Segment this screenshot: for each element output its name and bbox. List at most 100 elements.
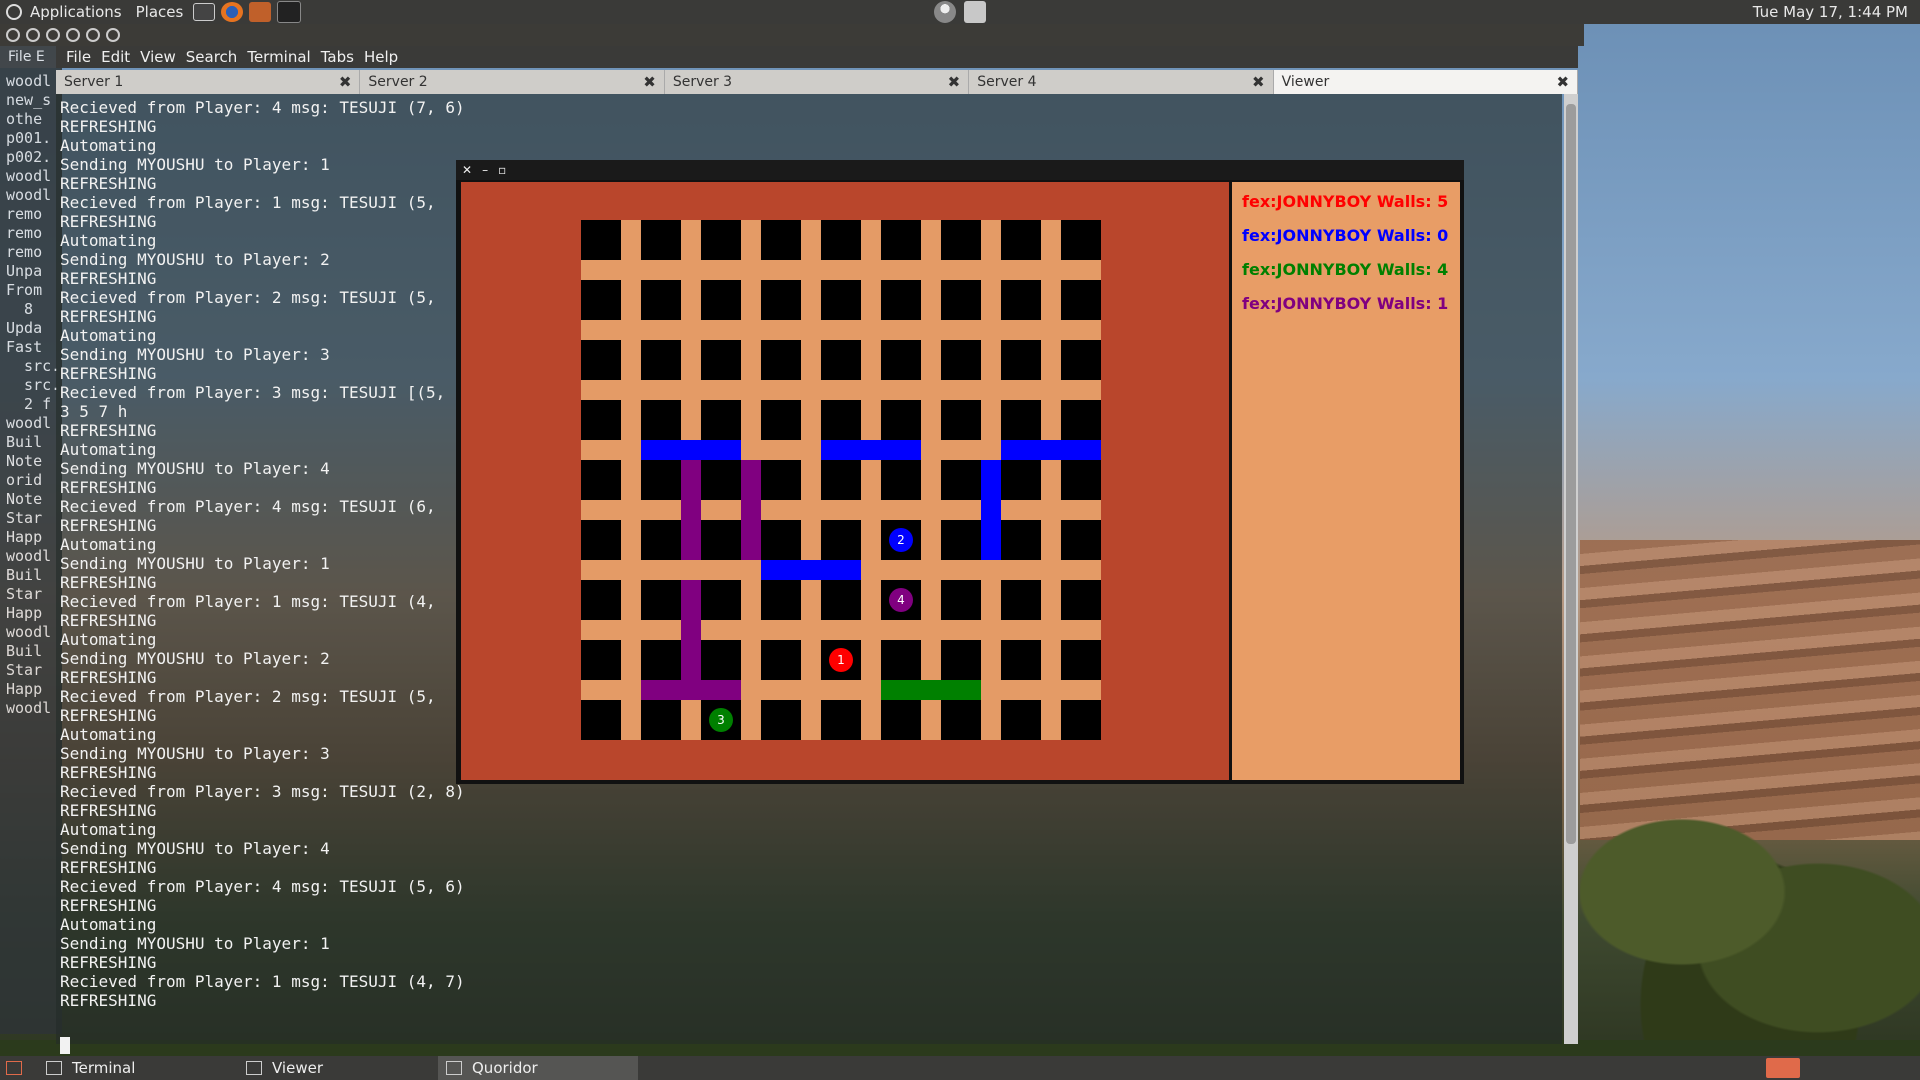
board-cell[interactable] xyxy=(881,400,921,440)
menu-view[interactable]: View xyxy=(140,48,176,66)
board-cell[interactable] xyxy=(581,460,621,500)
board-cell[interactable] xyxy=(1061,220,1101,260)
board-cell[interactable] xyxy=(1061,340,1101,380)
tab-viewer[interactable]: Viewer ✖ xyxy=(1273,70,1579,94)
board-cell[interactable] xyxy=(941,640,981,680)
board-cell[interactable] xyxy=(641,280,681,320)
board-cell[interactable] xyxy=(941,220,981,260)
board-cell[interactable] xyxy=(641,580,681,620)
board-cell[interactable] xyxy=(1001,520,1041,560)
tab-server-4[interactable]: Server 4 ✖ xyxy=(969,70,1274,94)
close-icon[interactable]: ✕ xyxy=(462,163,472,177)
board-cell[interactable] xyxy=(881,280,921,320)
board-cell[interactable] xyxy=(581,580,621,620)
board-cell[interactable] xyxy=(1001,460,1041,500)
board-cell[interactable] xyxy=(761,520,801,560)
menu-terminal[interactable]: Terminal xyxy=(247,48,310,66)
board-cell[interactable] xyxy=(581,220,621,260)
board-cell[interactable] xyxy=(641,520,681,560)
board-cell[interactable] xyxy=(581,400,621,440)
board-cell[interactable] xyxy=(1001,400,1041,440)
monitor-launcher-icon[interactable] xyxy=(277,1,302,23)
board-cell[interactable] xyxy=(1001,700,1041,740)
board-cell[interactable] xyxy=(941,340,981,380)
board-cell[interactable] xyxy=(941,520,981,560)
board-cell[interactable] xyxy=(581,280,621,320)
board-cell[interactable] xyxy=(641,460,681,500)
board-cell[interactable] xyxy=(1001,280,1041,320)
board-cell[interactable] xyxy=(641,340,681,380)
screen-lock-icon[interactable] xyxy=(964,1,986,23)
menu-search[interactable]: Search xyxy=(186,48,238,66)
ubuntu-logo-icon[interactable] xyxy=(6,4,22,20)
board-cell[interactable] xyxy=(821,520,861,560)
board-cell[interactable] xyxy=(1061,640,1101,680)
show-desktop-icon[interactable] xyxy=(6,1061,22,1075)
board-cell[interactable] xyxy=(701,640,741,680)
menu-help[interactable]: Help xyxy=(364,48,398,66)
user-icon[interactable] xyxy=(934,1,956,23)
board-cell[interactable] xyxy=(581,640,621,680)
board-cell[interactable] xyxy=(1061,520,1101,560)
board-cell[interactable] xyxy=(761,220,801,260)
close-tab-icon[interactable]: ✖ xyxy=(1556,73,1569,91)
window-button-icon[interactable] xyxy=(66,28,80,42)
board-cell[interactable] xyxy=(821,400,861,440)
menu-file[interactable]: File xyxy=(66,48,91,66)
board-cell[interactable] xyxy=(581,340,621,380)
close-tab-icon[interactable]: ✖ xyxy=(948,73,961,91)
board-cell[interactable] xyxy=(941,280,981,320)
pawn-player-3[interactable]: 3 xyxy=(709,708,733,732)
board-cell[interactable] xyxy=(761,280,801,320)
taskbar-viewer[interactable]: Viewer xyxy=(238,1056,438,1080)
close-window-icon[interactable] xyxy=(6,28,20,42)
taskbar-quoridor[interactable]: Quoridor xyxy=(438,1056,638,1080)
window-button-icon[interactable] xyxy=(46,28,60,42)
board-cell[interactable] xyxy=(821,220,861,260)
board-cell[interactable] xyxy=(641,220,681,260)
board-cell[interactable] xyxy=(941,700,981,740)
board-cell[interactable] xyxy=(881,640,921,680)
board-cell[interactable] xyxy=(821,280,861,320)
board-cell[interactable] xyxy=(941,460,981,500)
board-cell[interactable] xyxy=(701,400,741,440)
maximize-icon[interactable]: ▫ xyxy=(498,163,506,177)
board-cell[interactable] xyxy=(821,340,861,380)
board-cell[interactable] xyxy=(1001,220,1041,260)
quoridor-board[interactable]: 1 2 3 4 xyxy=(581,220,1101,740)
firefox-launcher-icon[interactable] xyxy=(221,2,244,22)
board-cell[interactable] xyxy=(941,400,981,440)
board-cell[interactable] xyxy=(1001,340,1041,380)
close-tab-icon[interactable]: ✖ xyxy=(1252,73,1265,91)
board-cell[interactable] xyxy=(761,640,801,680)
board-cell[interactable] xyxy=(821,700,861,740)
tab-server-2[interactable]: Server 2 ✖ xyxy=(360,70,665,94)
board-cell[interactable] xyxy=(641,640,681,680)
board-cell[interactable] xyxy=(581,700,621,740)
board-cell[interactable] xyxy=(761,580,801,620)
window-button-icon[interactable] xyxy=(86,28,100,42)
board-cell[interactable] xyxy=(701,460,741,500)
tab-server-3[interactable]: Server 3 ✖ xyxy=(664,70,970,94)
board-cell[interactable] xyxy=(761,700,801,740)
board-cell[interactable] xyxy=(881,700,921,740)
menu-edit[interactable]: Edit xyxy=(101,48,130,66)
board-cell[interactable] xyxy=(941,580,981,620)
board-cell[interactable] xyxy=(1061,580,1101,620)
board-cell[interactable] xyxy=(641,700,681,740)
tab-server-1[interactable]: Server 1 ✖ xyxy=(56,70,361,94)
board-cell[interactable] xyxy=(881,340,921,380)
board-cell[interactable] xyxy=(881,220,921,260)
board-cell[interactable] xyxy=(641,400,681,440)
board-cell[interactable] xyxy=(701,580,741,620)
board-cell[interactable] xyxy=(761,400,801,440)
applications-menu[interactable]: Applications xyxy=(30,3,122,21)
window-button-icon[interactable] xyxy=(106,28,120,42)
taskbar-terminal[interactable]: Terminal xyxy=(38,1056,238,1080)
places-menu[interactable]: Places xyxy=(136,3,184,21)
pawn-player-1[interactable]: 1 xyxy=(829,648,853,672)
board-cell[interactable] xyxy=(1001,640,1041,680)
pawn-player-2[interactable]: 2 xyxy=(889,528,913,552)
board-cell[interactable] xyxy=(761,460,801,500)
board-cell[interactable] xyxy=(701,520,741,560)
